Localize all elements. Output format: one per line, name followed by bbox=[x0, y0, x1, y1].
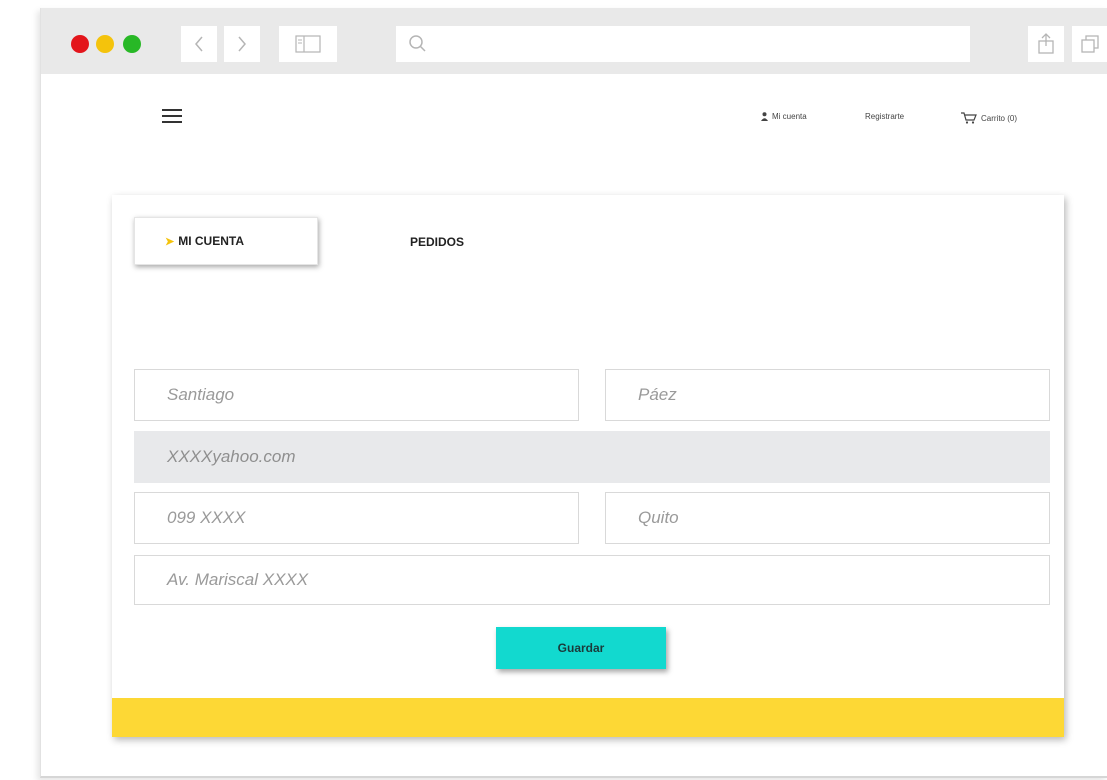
user-icon bbox=[761, 112, 768, 121]
back-icon bbox=[195, 36, 203, 52]
forward-icon bbox=[238, 36, 246, 52]
register-link[interactable]: Registrarte bbox=[865, 112, 904, 121]
cart-link-label: Carrito (0) bbox=[981, 113, 1018, 123]
site-header: Mi cuenta Registrarte Carrito (0) bbox=[41, 74, 1107, 184]
email-field[interactable]: XXXXyahoo.com bbox=[134, 431, 1050, 483]
tabs-button[interactable] bbox=[1072, 26, 1107, 62]
tab-mi-cuenta[interactable]: ➤ MI CUENTA bbox=[134, 217, 318, 265]
account-link-label: Mi cuenta bbox=[772, 112, 807, 121]
first-name-field[interactable]: Santiago bbox=[134, 369, 579, 421]
search-icon bbox=[409, 35, 426, 52]
share-icon bbox=[1038, 33, 1054, 54]
cart-icon bbox=[961, 112, 977, 124]
tab-mi-cuenta-label: MI CUENTA bbox=[178, 234, 244, 248]
forward-button[interactable] bbox=[224, 26, 260, 62]
cart-link[interactable]: Carrito (0) bbox=[961, 112, 1017, 124]
sidebar-icon bbox=[295, 35, 321, 53]
address-bar[interactable] bbox=[396, 26, 970, 62]
save-button[interactable]: Guardar bbox=[496, 627, 666, 669]
account-card: ➤ MI CUENTA PEDIDOS Santiago Páez XXXXya… bbox=[112, 195, 1064, 737]
maximize-window-button[interactable] bbox=[123, 35, 141, 53]
register-link-label: Registrarte bbox=[865, 112, 905, 121]
last-name-field[interactable]: Páez bbox=[605, 369, 1050, 421]
tab-pedidos[interactable]: PEDIDOS bbox=[410, 235, 464, 249]
phone-field[interactable]: 099 XXXX bbox=[134, 492, 579, 544]
address-field[interactable]: Av. Mariscal XXXX bbox=[134, 555, 1050, 605]
city-field[interactable]: Quito bbox=[605, 492, 1050, 544]
menu-icon[interactable] bbox=[162, 109, 182, 123]
close-window-button[interactable] bbox=[71, 35, 89, 53]
sidebar-button[interactable] bbox=[279, 26, 337, 62]
browser-titlebar bbox=[41, 8, 1107, 74]
chevron-right-icon: ➤ bbox=[165, 235, 175, 248]
account-link[interactable]: Mi cuenta bbox=[761, 112, 807, 121]
tabs-icon bbox=[1081, 35, 1099, 53]
minimize-window-button[interactable] bbox=[96, 35, 114, 53]
back-button[interactable] bbox=[181, 26, 217, 62]
share-button[interactable] bbox=[1028, 26, 1064, 62]
browser-window: Mi cuenta Registrarte Carrito (0) ➤ MI C… bbox=[40, 8, 1107, 778]
footer-bar bbox=[112, 698, 1064, 737]
